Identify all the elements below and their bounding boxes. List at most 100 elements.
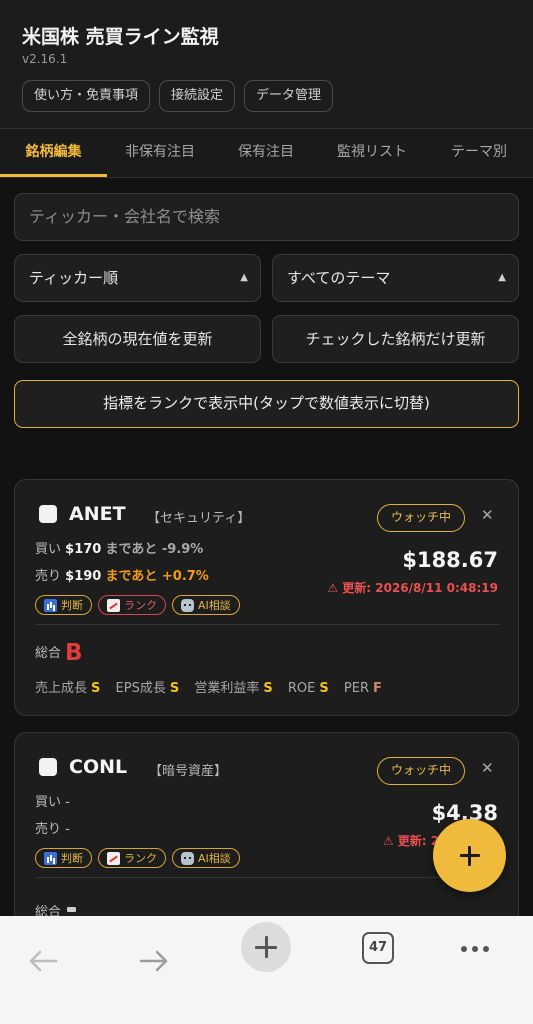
metric-eps-growth: EPS成長 S [116,681,180,696]
tab-bar: 銘柄編集 非保有注目 保有注目 監視リスト テーマ別 [0,128,533,178]
judge-chip-label: 判断 [61,598,83,612]
connection-settings-button[interactable]: 接続設定 [159,80,236,112]
robot-icon [181,598,194,612]
rank-chip[interactable]: ランク [98,595,166,615]
theme-select-caret-icon: ▲ [498,272,506,283]
back-arrow-icon[interactable] [26,944,60,978]
judge-chip[interactable]: 判断 [35,848,92,868]
metric-grade: F [372,681,382,696]
add-stock-button[interactable] [433,819,506,892]
stock-ticker: ANET [69,503,126,525]
action-chips: 判断 ランク AI相談 [35,595,240,615]
ai-consult-chip[interactable]: AI相談 [172,595,240,615]
overall-label: 総合 [35,905,62,916]
buy-price: $170 [65,542,102,557]
update-checked-button[interactable]: チェックした銘柄だけ更新 [272,315,519,363]
stock-ticker: CONL [69,756,128,778]
sell-remaining: まであと +0.7% [105,569,209,584]
stock-theme: 【暗号資産】 [149,764,228,779]
sell-line-row: 売り - [35,818,70,837]
metric-grade: S [263,681,273,696]
metric-per: PER F [344,681,382,696]
buy-label: 買い - [35,795,70,810]
update-timestamp: ⚠ 更新: 2026/8/11 0:48:19 [327,581,498,595]
rank-display-toggle[interactable]: 指標をランクで表示中(タップで数値表示に切替) [14,380,519,428]
metric-operating-margin: 営業利益率 S [194,681,272,696]
app-header: 米国株 売買ライン監視 v2.16.1 使い方・免責事項 接続設定 データ管理 [0,0,533,128]
buy-label: 買い [35,542,62,557]
data-management-button[interactable]: データ管理 [244,80,334,112]
theme-select-value: すべてのテーマ [287,269,391,287]
tab-count-button[interactable]: 47 [362,932,394,964]
sell-price: $190 [65,569,102,584]
watch-status-badge[interactable]: ウォッチ中 [377,504,466,532]
rank-chip[interactable]: ランク [98,848,166,868]
overall-rank: 総合 B [35,640,83,666]
tab-watch-list[interactable]: 監視リスト [319,129,425,178]
more-icon[interactable] [461,946,489,952]
metric-name: EPS成長 [115,681,166,696]
metric-roe: ROE S [288,681,329,696]
metric-grade: S [91,681,101,696]
watch-status-badge[interactable]: ウォッチ中 [377,757,466,785]
tab-by-theme[interactable]: テーマ別 [425,129,533,178]
tab-edit-stocks[interactable]: 銘柄編集 [0,129,107,178]
forward-arrow-icon[interactable] [137,944,171,978]
theme-select[interactable]: すべてのテーマ ▲ [272,254,519,302]
rank-chip-label: ランク [124,851,157,865]
ai-consult-chip-label: AI相談 [198,598,231,612]
app: 米国株 売買ライン監視 v2.16.1 使い方・免責事項 接続設定 データ管理 … [0,0,533,916]
sort-select[interactable]: ティッカー順 ▲ [14,254,261,302]
ai-consult-chip[interactable]: AI相談 [172,848,240,868]
overall-label: 総合 [35,646,62,661]
tab-non-holding-watch[interactable]: 非保有注目 [107,129,213,178]
app-version: v2.16.1 [22,52,68,66]
buy-line-row: 買い - [35,791,70,810]
bar-chart-icon [44,598,57,612]
metric-name: 営業利益率 [194,681,260,696]
header-buttons: 使い方・免責事項 接続設定 データ管理 [22,80,334,112]
active-tab-indicator [0,174,107,177]
metric-ranks: 売上成長 S EPS成長 S 営業利益率 S ROE S PER F [35,677,393,696]
trend-chart-icon [107,598,120,612]
overall-grade-empty [67,907,77,912]
sell-line-row: 売り $190 まであと +0.7% [35,565,209,584]
card-divider [35,624,500,625]
rank-chip-label: ランク [124,598,157,612]
robot-icon [181,851,194,865]
metric-revenue-growth: 売上成長 S [35,681,100,696]
card-divider [35,877,500,878]
sort-select-value: ティッカー順 [29,269,119,287]
sort-select-caret-icon: ▲ [240,272,248,283]
sell-label: 売り [35,569,62,584]
tab-holding-watch[interactable]: 保有注目 [213,129,319,178]
bar-chart-icon [44,851,57,865]
stock-theme: 【セキュリティ】 [147,511,251,526]
close-icon[interactable]: ✕ [481,759,494,777]
new-tab-button[interactable] [241,922,291,972]
trend-chart-icon [107,851,120,865]
buy-line-row: 買い $170 まであと -9.9% [35,538,203,557]
metric-name: ROE [287,681,316,696]
ai-consult-chip-label: AI相談 [198,851,231,865]
browser-toolbar: 47 [0,916,533,1024]
stock-checkbox[interactable] [39,758,57,776]
update-all-button[interactable]: 全銘柄の現在値を更新 [14,315,261,363]
search-input[interactable]: ティッカー・会社名で検索 [14,193,519,241]
judge-chip-label: 判断 [61,851,83,865]
overall-grade: B [65,640,83,666]
judge-chip[interactable]: 判断 [35,595,92,615]
app-title: 米国株 売買ライン監視 [22,26,219,48]
buy-remaining: まであと -9.9% [105,542,204,557]
sell-label: 売り - [35,822,70,837]
overall-rank: 総合 [35,901,77,916]
close-icon[interactable]: ✕ [481,506,494,524]
metric-grade: S [169,681,180,696]
metric-name: PER [343,681,369,696]
metric-grade: S [319,681,329,696]
stock-card-anet: ANET 【セキュリティ】 ウォッチ中 ✕ 買い $170 まであと -9.9%… [14,479,519,716]
help-disclaimer-button[interactable]: 使い方・免責事項 [22,80,151,112]
metric-name: 売上成長 [35,681,88,696]
action-chips: 判断 ランク AI相談 [35,848,240,868]
stock-checkbox[interactable] [39,505,57,523]
